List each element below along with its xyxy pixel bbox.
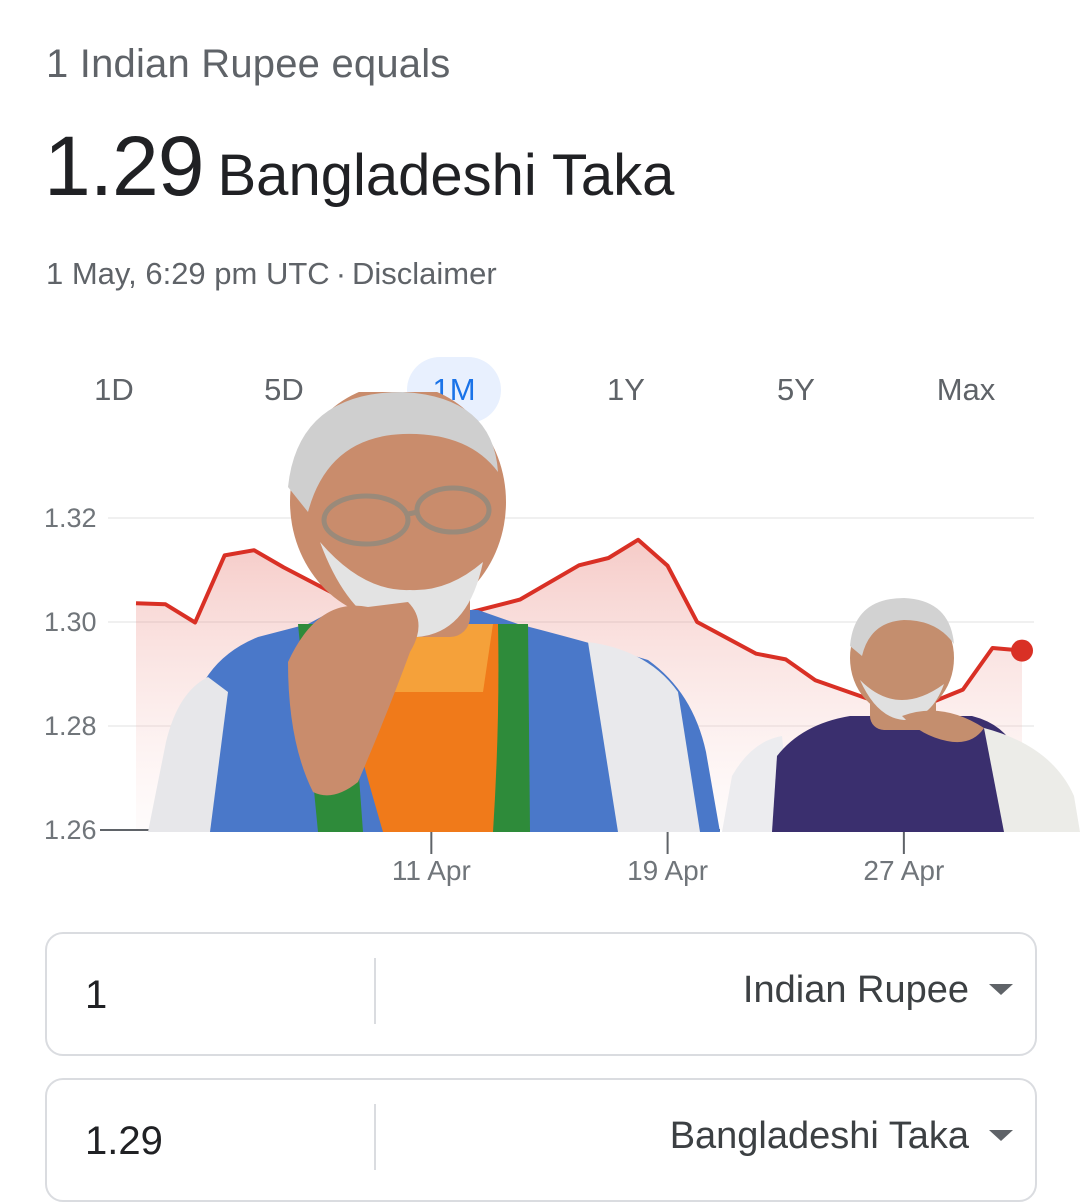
converter-divider [374,1104,376,1170]
converter-divider [374,958,376,1024]
exchange-rate: 1.29 Bangladeshi Taka [44,118,674,215]
to-amount-input[interactable] [83,1080,367,1202]
x-tick-label: 11 Apr [392,855,471,886]
converter-to: Bangladeshi Taka [45,1078,1037,1202]
disclaimer-link[interactable]: Disclaimer [352,256,497,291]
x-tick-label: 27 Apr [863,855,944,886]
chart-axes [100,829,905,854]
y-tick-label: 1.32 [44,503,97,533]
to-currency-label: Bangladeshi Taka [669,1115,969,1157]
converter-from: Indian Rupee [45,932,1037,1056]
y-tick-label: 1.28 [44,711,97,741]
from-currency-label: Indian Rupee [742,969,969,1011]
dropdown-caret-icon [989,984,1013,996]
x-axis-labels: 11 Apr 19 Apr 27 Apr [392,855,944,886]
to-currency-select[interactable]: Bangladeshi Taka [670,1080,1013,1200]
timestamp: 1 May, 6:29 pm UTC [46,256,330,291]
tab-5y[interactable]: 5Y [749,357,843,423]
y-tick-label: 1.30 [44,607,97,637]
person-photo-small [722,598,1080,832]
x-tick-label: 19 Apr [627,855,708,886]
y-axis-labels: 1.32 1.30 1.28 1.26 [44,503,97,845]
y-tick-label: 1.26 [44,815,97,845]
equals-label: 1 Indian Rupee equals [46,42,451,86]
rate-currency: Bangladeshi Taka [217,143,675,208]
rate-value: 1.29 [44,119,204,213]
separator: · [335,256,347,291]
tab-max[interactable]: Max [919,357,1013,423]
timestamp-line: 1 May, 6:29 pm UTC · Disclaimer [46,256,497,292]
from-amount-input[interactable] [83,934,367,1056]
tab-1d[interactable]: 1D [67,357,161,423]
dropdown-caret-icon [989,1130,1013,1142]
person-photo-large [148,392,720,832]
from-currency-select[interactable]: Indian Rupee [743,934,1013,1054]
